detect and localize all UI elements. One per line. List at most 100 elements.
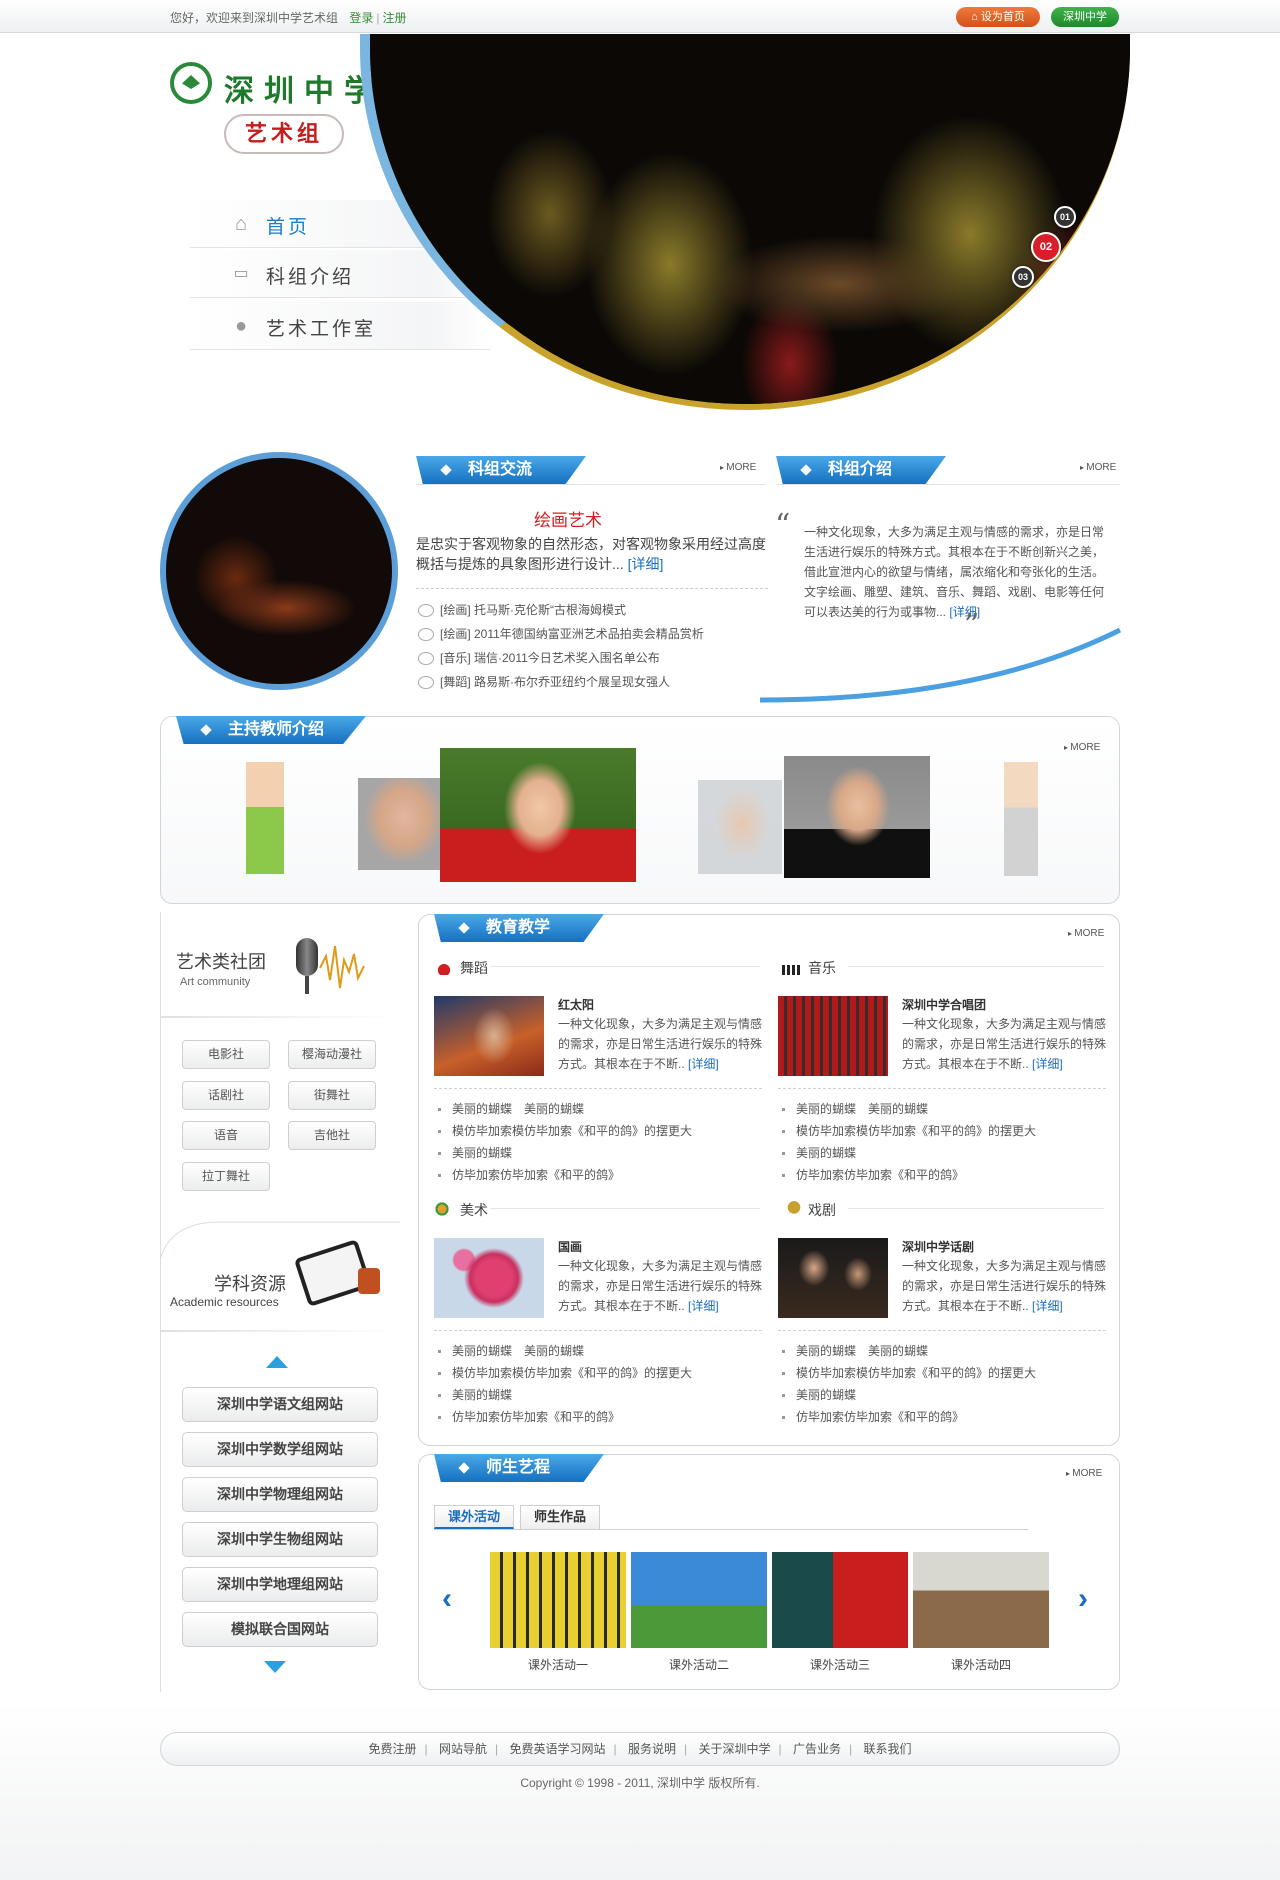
item-title[interactable]: 国画: [558, 1238, 582, 1255]
list-item[interactable]: 模仿毕加索模仿毕加索《和平的鸽》的摆更大: [434, 1120, 764, 1142]
item-thumbnail[interactable]: [778, 1238, 888, 1318]
teachers-more-link[interactable]: MORE: [1064, 742, 1100, 753]
scroll-up-arrow-icon[interactable]: [266, 1356, 288, 1368]
tab-activities[interactable]: 课外活动: [434, 1505, 514, 1529]
club-button[interactable]: 拉丁舞社: [182, 1162, 270, 1191]
list-item[interactable]: [音乐] 瑞信·2011今日艺术奖入围名单公布: [416, 646, 768, 670]
subject-dance-heading: 舞蹈: [434, 958, 488, 978]
footer-link[interactable]: 网站导航: [439, 1742, 487, 1756]
activity-photo[interactable]: [913, 1552, 1049, 1648]
list-item[interactable]: 美丽的蝴蝶: [434, 1384, 764, 1406]
club-button[interactable]: 街舞社: [288, 1081, 376, 1110]
exchange-headline[interactable]: 绘画艺术: [534, 506, 602, 531]
subject-art-heading: 美术: [434, 1200, 488, 1220]
exchange-more-link[interactable]: MORE: [720, 462, 756, 473]
school-button[interactable]: 深圳中学: [1051, 7, 1119, 27]
activity-photo[interactable]: [490, 1552, 626, 1648]
piano-icon: [782, 965, 802, 975]
activity-photo[interactable]: [772, 1552, 908, 1648]
list-item[interactable]: 美丽的蝴蝶 美丽的蝴蝶: [778, 1340, 1108, 1362]
activity-caption[interactable]: 课外活动四: [913, 1656, 1049, 1673]
list-item[interactable]: 仿毕加索仿毕加索《和平的鸽》: [434, 1164, 764, 1186]
resource-link[interactable]: 深圳中学地理组网站: [182, 1567, 378, 1602]
item-thumbnail[interactable]: [434, 996, 544, 1076]
resource-link[interactable]: 模拟联合国网站: [182, 1612, 378, 1647]
carousel-prev-icon[interactable]: ‹: [442, 1582, 452, 1616]
teacher-photo[interactable]: [1004, 762, 1038, 876]
home-icon: ⌂: [971, 11, 981, 23]
intro-more-link[interactable]: MORE: [1080, 462, 1116, 473]
list-item[interactable]: 仿毕加索仿毕加索《和平的鸽》: [434, 1406, 764, 1428]
scroll-down-arrow-icon[interactable]: [264, 1661, 286, 1673]
resource-link[interactable]: 深圳中学语文组网站: [182, 1387, 378, 1422]
set-home-button[interactable]: ⌂ 设为首页: [956, 7, 1040, 27]
footer-link[interactable]: 联系我们: [863, 1742, 911, 1756]
exchange-divider: [416, 484, 766, 485]
list-item[interactable]: 模仿毕加索模仿毕加索《和平的鸽》的摆更大: [434, 1362, 764, 1384]
list-item[interactable]: 仿毕加索仿毕加索《和平的鸽》: [778, 1164, 1108, 1186]
list-item[interactable]: 仿毕加索仿毕加索《和平的鸽》: [778, 1406, 1108, 1428]
list-item[interactable]: 美丽的蝴蝶: [778, 1384, 1108, 1406]
list-item[interactable]: 模仿毕加索模仿毕加索《和平的鸽》的摆更大: [778, 1362, 1108, 1384]
footer-link[interactable]: 免费英语学习网站: [510, 1742, 606, 1756]
club-button[interactable]: 话剧社: [182, 1081, 270, 1110]
footer-link[interactable]: 免费注册: [369, 1742, 417, 1756]
exchange-dash-separator: [416, 588, 768, 589]
footer-link[interactable]: 广告业务: [793, 1742, 841, 1756]
nav-label: 首页: [266, 217, 311, 238]
activity-photo[interactable]: [631, 1552, 767, 1648]
item-title[interactable]: 红太阳: [558, 996, 594, 1013]
activity-caption[interactable]: 课外活动二: [631, 1656, 767, 1673]
item-title[interactable]: 深圳中学话剧: [902, 1238, 974, 1255]
activities-heading: 师生艺程: [434, 1454, 604, 1482]
carousel-next-icon[interactable]: ›: [1078, 1582, 1088, 1616]
item-detail-link[interactable]: [详细]: [1032, 1057, 1063, 1071]
teacher-photo[interactable]: [246, 762, 284, 874]
slide-dot-3[interactable]: 03: [1012, 266, 1034, 288]
activity-caption[interactable]: 课外活动三: [772, 1656, 908, 1673]
item-detail-link[interactable]: [详细]: [1032, 1299, 1063, 1313]
list-item[interactable]: 美丽的蝴蝶: [778, 1142, 1108, 1164]
slide-dot-1[interactable]: 01: [1054, 206, 1076, 228]
item-thumbnail[interactable]: [778, 996, 888, 1076]
teacher-photo[interactable]: [698, 780, 782, 874]
list-item[interactable]: 美丽的蝴蝶 美丽的蝴蝶: [778, 1098, 1108, 1120]
education-heading: 教育教学: [434, 914, 604, 942]
tab-works[interactable]: 师生作品: [520, 1505, 600, 1529]
education-more-link[interactable]: MORE: [1068, 928, 1104, 939]
slide-dot-2[interactable]: 02: [1031, 232, 1061, 262]
footer-link[interactable]: 关于深圳中学: [698, 1742, 770, 1756]
dance-circle-photo: [160, 452, 398, 690]
microphone-icon: [292, 938, 368, 1004]
nav-label: 艺术工作室: [266, 319, 377, 340]
teacher-photo[interactable]: [358, 778, 440, 870]
list-item[interactable]: [舞蹈] 路易斯·布尔乔亚纽约个展呈现女强人: [416, 670, 768, 694]
footer-link[interactable]: 服务说明: [628, 1742, 676, 1756]
list-item[interactable]: 模仿毕加索模仿毕加索《和平的鸽》的摆更大: [778, 1120, 1108, 1142]
club-button[interactable]: 电影社: [182, 1040, 270, 1069]
list-item[interactable]: 美丽的蝴蝶: [434, 1142, 764, 1164]
club-button[interactable]: 语音: [182, 1121, 270, 1150]
teacher-photo-featured[interactable]: [440, 748, 636, 882]
item-title[interactable]: 深圳中学合唱团: [902, 996, 986, 1013]
resource-link[interactable]: 深圳中学生物组网站: [182, 1522, 378, 1557]
activity-caption[interactable]: 课外活动一: [490, 1656, 626, 1673]
club-button[interactable]: 吉他社: [288, 1121, 376, 1150]
resource-link[interactable]: 深圳中学物理组网站: [182, 1477, 378, 1512]
exchange-detail-link[interactable]: [详细]: [628, 556, 664, 572]
activities-more-link[interactable]: MORE: [1066, 1468, 1102, 1479]
register-link[interactable]: 注册: [383, 11, 407, 25]
list-item[interactable]: 美丽的蝴蝶 美丽的蝴蝶: [434, 1098, 764, 1120]
footer-background: [0, 1702, 1280, 1880]
list-item[interactable]: [绘画] 托马斯·克伦斯“古根海姆模式: [416, 598, 768, 622]
item-thumbnail[interactable]: [434, 1238, 544, 1318]
club-button[interactable]: 樱海动漫社: [288, 1040, 376, 1069]
list-item[interactable]: [绘画] 2011年德国纳富亚洲艺术品拍卖会精品赏析: [416, 622, 768, 646]
list-item[interactable]: 美丽的蝴蝶 美丽的蝴蝶: [434, 1340, 764, 1362]
login-link[interactable]: 登录: [349, 11, 373, 25]
intro-divider: [776, 484, 1120, 485]
item-detail-link[interactable]: [详细]: [688, 1057, 719, 1071]
resource-link[interactable]: 深圳中学数学组网站: [182, 1432, 378, 1467]
teacher-photo[interactable]: [784, 756, 930, 878]
item-detail-link[interactable]: [详细]: [688, 1299, 719, 1313]
